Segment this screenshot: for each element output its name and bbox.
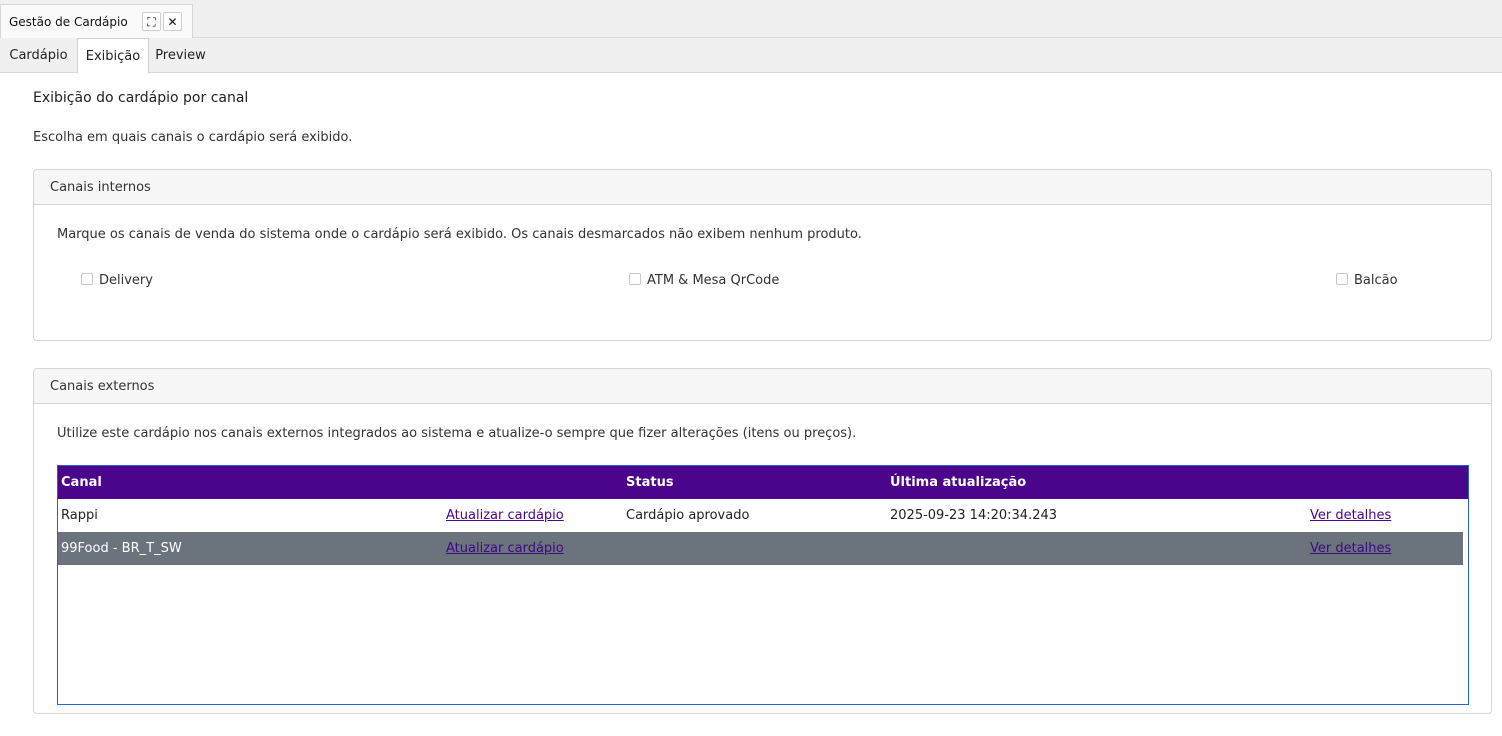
update-menu-link[interactable]: Atualizar cardápio <box>446 499 564 532</box>
expand-icon[interactable]: ⛶ <box>142 12 161 31</box>
main-content: Exibição do cardápio por canal Escolha e… <box>0 73 1502 736</box>
tab-preview[interactable]: Preview <box>149 38 212 73</box>
window-tab-title: Gestão de Cardápio <box>9 14 128 29</box>
tab-exibicao[interactable]: Exibição <box>77 38 149 74</box>
internal-channels-header: Canais internos <box>34 170 1491 205</box>
table-row[interactable]: Rappi Atualizar cardápio Cardápio aprova… <box>58 499 1468 532</box>
page-description: Escolha em quais canais o cardápio será … <box>33 130 353 145</box>
window-tabbar: Gestão de Cardápio ⛶ ✕ <box>0 0 1502 38</box>
cell-status: Cardápio aprovado <box>626 508 750 523</box>
column-header-status: Status <box>626 475 674 490</box>
column-header-canal: Canal <box>61 475 102 490</box>
checkbox-box[interactable] <box>629 272 641 285</box>
update-menu-link[interactable]: Atualizar cardápio <box>446 532 564 565</box>
checkbox-label: ATM & Mesa QrCode <box>647 273 780 288</box>
view-details-link[interactable]: Ver detalhes <box>1310 499 1391 532</box>
external-channels-header: Canais externos <box>34 369 1491 404</box>
close-icon[interactable]: ✕ <box>163 12 182 31</box>
checkbox-balcao[interactable]: Balcão <box>1336 272 1398 288</box>
internal-channels-panel: Canais internos Marque os canais de vend… <box>33 169 1492 341</box>
checkbox-delivery[interactable]: Delivery <box>81 272 153 288</box>
subtabs: Cardápio Exibição Preview <box>0 38 1502 74</box>
internal-channels-description: Marque os canais de venda do sistema ond… <box>57 227 862 242</box>
column-header-last-update: Última atualização <box>890 475 1027 490</box>
table-row-selected[interactable]: 99Food - BR_T_SW Atualizar cardápio Ver … <box>58 532 1463 565</box>
checkbox-box[interactable] <box>1336 272 1348 285</box>
tab-cardapio[interactable]: Cardápio <box>0 38 77 73</box>
window-tab-gestao-cardapio[interactable]: Gestão de Cardápio ⛶ ✕ <box>0 4 193 38</box>
external-channels-panel: Canais externos Utilize este cardápio no… <box>33 368 1492 714</box>
checkbox-atm-mesa-qrcode[interactable]: ATM & Mesa QrCode <box>629 272 780 288</box>
external-channels-description: Utilize este cardápio nos canais externo… <box>57 426 857 441</box>
cell-canal: Rappi <box>61 508 98 523</box>
external-channels-table: Canal Status Última atualização Rappi At… <box>57 465 1469 705</box>
table-header: Canal Status Última atualização <box>58 466 1468 499</box>
checkbox-box[interactable] <box>81 272 93 285</box>
page-title: Exibição do cardápio por canal <box>33 90 249 106</box>
cell-last-update: 2025-09-23 14:20:34.243 <box>890 508 1058 523</box>
checkbox-label: Delivery <box>99 273 153 288</box>
view-details-link[interactable]: Ver detalhes <box>1310 532 1391 565</box>
checkbox-label: Balcão <box>1354 273 1398 288</box>
cell-canal: 99Food - BR_T_SW <box>61 541 182 556</box>
